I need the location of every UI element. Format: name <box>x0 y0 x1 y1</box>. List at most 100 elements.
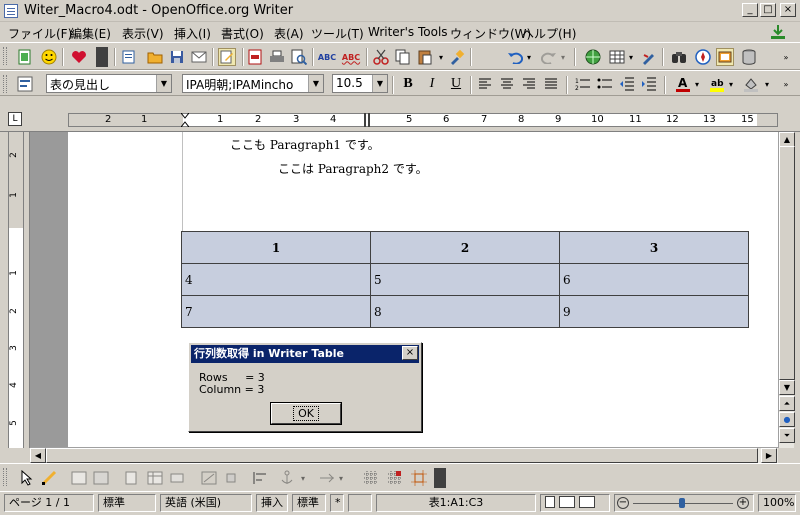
highlighting-icon[interactable]: ab <box>708 75 726 93</box>
vertical-scrollbar[interactable]: ▲ ▼ ⏶ ● ⏷ <box>778 132 795 448</box>
scroll-thumb[interactable] <box>779 146 795 380</box>
snap-to-grid-icon[interactable] <box>386 469 404 487</box>
next-page-icon[interactable]: ⏷ <box>779 428 795 443</box>
table-cell[interactable]: 2 <box>370 231 560 264</box>
table-cell[interactable]: 4 <box>181 263 371 296</box>
smiley-icon[interactable] <box>40 48 58 66</box>
font-color-icon[interactable]: A <box>674 75 692 93</box>
styles-formatting-icon[interactable] <box>16 75 34 93</box>
column-marker-icon[interactable] <box>364 113 370 127</box>
previous-page-icon[interactable]: ⏶ <box>779 396 795 411</box>
status-selection-mode[interactable]: 標準 <box>292 494 326 512</box>
menu-help[interactable]: ヘルプ(H) <box>522 25 576 42</box>
menu-insert[interactable]: 挿入(I) <box>174 25 211 42</box>
table-dropdown-icon[interactable]: ▾ <box>626 48 636 66</box>
show-draw-functions-icon[interactable] <box>640 48 658 66</box>
menu-tools[interactable]: ツール(T) <box>311 25 364 42</box>
find-binoculars-icon[interactable] <box>670 48 688 66</box>
toolbar-overflow-icon[interactable] <box>434 468 446 488</box>
redo-dropdown-icon[interactable]: ▾ <box>558 48 568 66</box>
arrange-icon[interactable] <box>318 469 336 487</box>
horizontal-ruler[interactable]: L 2 1 1 2 3 4 5 6 7 8 9 10 11 12 13 15 <box>0 108 800 132</box>
vertical-ruler[interactable]: 2 1 1 2 3 4 5 <box>0 132 30 448</box>
toolbar-more-icon[interactable]: » <box>780 75 792 93</box>
scroll-right-button[interactable]: ▶ <box>761 448 777 463</box>
minimize-button[interactable]: _ <box>742 3 758 17</box>
paragraph-1[interactable]: ここも Paragraph1 です。 <box>230 136 380 153</box>
status-insert-mode[interactable]: 挿入 <box>256 494 288 512</box>
font-name-combo[interactable]: IPA明朝;IPAMincho ▼ <box>182 74 324 93</box>
two-page-view-icon[interactable] <box>559 496 575 508</box>
status-modified[interactable]: * <box>330 494 344 512</box>
scroll-down-button[interactable]: ▼ <box>779 380 795 395</box>
draw-shape-icon[interactable] <box>200 469 218 487</box>
chevron-down-icon[interactable]: ▼ <box>308 75 323 92</box>
single-page-view-icon[interactable] <box>545 496 555 508</box>
align-left-icon[interactable] <box>476 75 494 93</box>
email-icon[interactable] <box>190 48 208 66</box>
highlighting-dropdown-icon[interactable]: ▾ <box>726 75 736 93</box>
zoom-out-icon[interactable]: − <box>617 497 629 509</box>
edit-text-icon[interactable] <box>124 469 142 487</box>
align-right-icon[interactable] <box>520 75 538 93</box>
grid-icon[interactable] <box>362 469 380 487</box>
horizontal-scrollbar[interactable]: ◀ ▶ <box>30 447 778 463</box>
table-cell[interactable]: 6 <box>559 263 749 296</box>
status-page-style[interactable]: 標準 <box>98 494 156 512</box>
zoom-slider[interactable]: − + <box>614 494 754 512</box>
anchor-dropdown-icon[interactable]: ▾ <box>298 469 308 487</box>
status-zoom-level[interactable]: 100% <box>758 494 796 512</box>
insert-table-icon[interactable] <box>608 48 626 66</box>
background-color-dropdown-icon[interactable]: ▾ <box>762 75 772 93</box>
tab-type-selector[interactable]: L <box>8 112 22 126</box>
status-cell-reference[interactable]: 表1:A1:C3 <box>376 494 536 512</box>
guides-icon[interactable] <box>410 469 428 487</box>
select-arrow-icon[interactable] <box>18 469 36 487</box>
undo-dropdown-icon[interactable]: ▾ <box>524 48 534 66</box>
frame-icon[interactable] <box>70 469 88 487</box>
navigator-compass-icon[interactable] <box>694 48 712 66</box>
close-button[interactable]: × <box>780 3 796 17</box>
toolbar-collapse-bar[interactable] <box>0 97 800 107</box>
paragraph-2[interactable]: ここは Paragraph2 です。 <box>278 160 428 177</box>
table-cell[interactable]: 1 <box>181 231 371 264</box>
dialog-title-bar[interactable]: 行列数取得 in Writer Table <box>191 345 419 363</box>
gallery-icon[interactable] <box>716 48 734 66</box>
new-document-icon[interactable] <box>16 48 34 66</box>
navigator-globe-icon[interactable] <box>584 48 602 66</box>
print-icon[interactable] <box>268 48 286 66</box>
toolbar-grip[interactable] <box>3 47 7 65</box>
scroll-thumb[interactable] <box>46 448 758 463</box>
document-table[interactable]: 1 2 3 4 5 6 7 8 9 <box>181 231 749 328</box>
dialog-close-button[interactable]: × <box>402 346 418 360</box>
underline-button[interactable]: U <box>446 75 466 93</box>
toolbar-overflow-icon[interactable] <box>96 47 108 67</box>
status-signature[interactable] <box>348 494 372 512</box>
update-download-icon[interactable] <box>770 24 786 40</box>
chevron-down-icon[interactable]: ▼ <box>156 75 171 92</box>
cut-icon[interactable] <box>372 48 390 66</box>
new-dropdown-icon[interactable] <box>120 48 138 66</box>
font-color-dropdown-icon[interactable]: ▾ <box>692 75 702 93</box>
open-folder-icon[interactable] <box>146 48 164 66</box>
format-paintbrush-icon[interactable] <box>448 48 466 66</box>
wrap-icon[interactable] <box>222 469 240 487</box>
numbering-icon[interactable]: 12 <box>574 75 592 93</box>
status-view-layout[interactable] <box>540 494 610 512</box>
redo-icon[interactable] <box>540 48 558 66</box>
menu-window[interactable]: ウィンドウ(W) <box>450 25 531 42</box>
table-cell[interactable]: 7 <box>181 295 371 328</box>
zoom-in-icon[interactable]: + <box>737 497 749 509</box>
edit-mode-icon[interactable] <box>218 48 236 66</box>
edit-points-icon[interactable] <box>40 469 58 487</box>
align-objects-icon[interactable] <box>252 469 270 487</box>
save-icon[interactable] <box>168 48 186 66</box>
anchor-icon[interactable] <box>278 469 296 487</box>
background-color-icon[interactable] <box>742 75 760 93</box>
table-cell[interactable]: 9 <box>559 295 749 328</box>
frame-properties-icon[interactable] <box>92 469 110 487</box>
paragraph-style-combo[interactable]: 表の見出し ▼ <box>46 74 172 93</box>
book-view-icon[interactable] <box>579 496 595 508</box>
heart-icon[interactable] <box>70 48 88 66</box>
bullets-icon[interactable] <box>596 75 614 93</box>
